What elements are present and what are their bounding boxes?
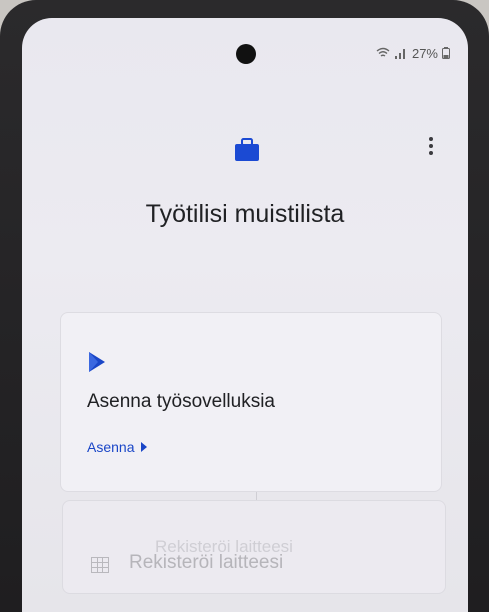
screen: 27% Työtilisi muistilista Asenna työsove… (22, 18, 468, 612)
checklist-card-register-device: Rekisteröi laitteesi Rekisteröi laittees… (62, 500, 446, 594)
briefcase-icon (235, 138, 259, 161)
signal-icon (394, 49, 405, 59)
arrow-right-icon (141, 442, 148, 452)
page-title: Työtilisi muistilista (145, 200, 345, 228)
card-title: Rekisteröi laitteesi (129, 552, 284, 573)
device-icon (91, 557, 109, 573)
wifi-icon (376, 47, 390, 57)
play-store-icon (89, 352, 105, 372)
card-title: Asenna työsovelluksia (87, 391, 275, 412)
more-vert-icon[interactable] (424, 134, 438, 158)
status-bar: 27% (376, 45, 450, 61)
battery-percentage: 27% (411, 45, 438, 61)
front-camera (236, 44, 256, 64)
install-button[interactable]: Asenna (87, 439, 148, 455)
checklist-card-install-apps: Asenna työsovelluksia Asenna (60, 312, 442, 492)
battery-icon (442, 47, 450, 59)
install-button-label: Asenna (87, 439, 135, 455)
